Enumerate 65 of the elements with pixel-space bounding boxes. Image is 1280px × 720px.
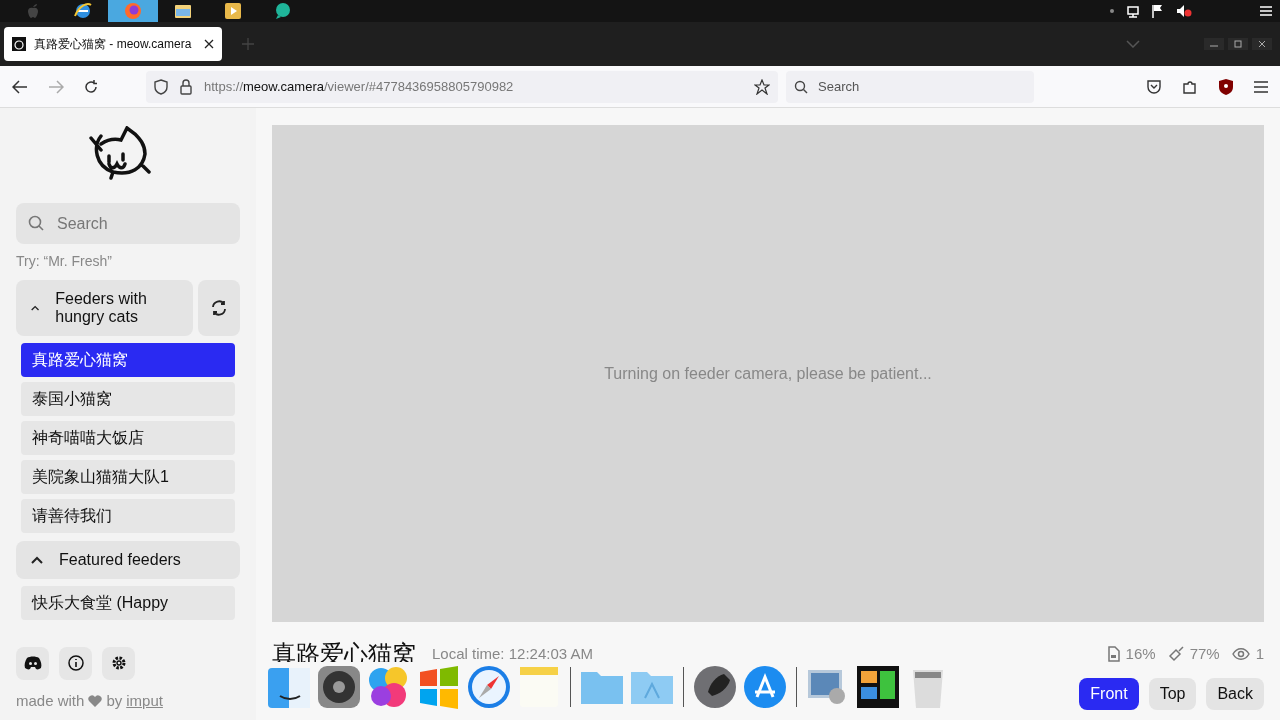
close-icon[interactable] bbox=[1252, 38, 1272, 50]
sd-card-icon bbox=[1105, 646, 1120, 662]
url-text: https://meow.camera/viewer/#4778436958805790982 bbox=[204, 77, 515, 96]
refresh-icon bbox=[211, 300, 227, 316]
browser-tab[interactable]: 真路爱心猫窝 - meow.camera bbox=[4, 27, 222, 61]
credit-text: made with bbox=[16, 690, 85, 711]
camera-status: Turning on feeder camera, please be patient... bbox=[604, 363, 932, 384]
close-icon[interactable] bbox=[204, 39, 214, 49]
search-hint: Try: “Mr. Fresh” bbox=[16, 252, 113, 271]
camera-tab[interactable]: Top bbox=[1148, 678, 1197, 710]
chat-bubble-icon bbox=[274, 2, 292, 20]
stat-value: 16% bbox=[1125, 643, 1156, 664]
stat-value: 1 bbox=[1255, 643, 1264, 664]
compass-icon[interactable] bbox=[466, 664, 512, 710]
settings-icon bbox=[110, 655, 127, 671]
apple-icon bbox=[26, 3, 40, 19]
feeder-item[interactable]: 快乐大食堂 (Happy bbox=[21, 586, 235, 620]
windows-overview-icon[interactable] bbox=[855, 664, 901, 710]
scoop-icon bbox=[1167, 646, 1184, 662]
shield-icon[interactable] bbox=[1218, 77, 1234, 96]
cat-favicon-icon bbox=[12, 37, 26, 51]
reload-icon[interactable] bbox=[84, 79, 98, 94]
play-icon bbox=[224, 2, 242, 20]
feeder-item[interactable]: 请善待我们 bbox=[21, 499, 235, 533]
search-icon bbox=[28, 215, 44, 231]
maximize-icon[interactable] bbox=[1228, 38, 1248, 50]
search-icon bbox=[794, 79, 808, 94]
search-field[interactable]: Search bbox=[786, 70, 1034, 103]
controller-icon bbox=[23, 656, 42, 670]
camera-tab[interactable]: Front bbox=[1079, 678, 1139, 710]
minimize-icon[interactable] bbox=[1204, 38, 1224, 50]
star-icon[interactable] bbox=[754, 78, 770, 95]
chevron-up-icon bbox=[31, 304, 40, 312]
discord-button[interactable] bbox=[16, 646, 49, 680]
flag-icon[interactable] bbox=[1152, 4, 1164, 18]
local-time: Local time: 12:24:03 AM bbox=[432, 643, 593, 664]
feeder-item[interactable]: 真路爱心猫窝 bbox=[21, 343, 235, 377]
settings-button[interactable] bbox=[102, 646, 135, 680]
feeder-item[interactable]: 神奇喵喵大饭店 bbox=[21, 421, 235, 455]
eye-icon bbox=[1231, 647, 1250, 661]
lock-icon bbox=[180, 78, 192, 95]
network-icon[interactable] bbox=[1126, 4, 1140, 18]
muted-speaker-icon[interactable] bbox=[1176, 4, 1192, 18]
menu-icon[interactable] bbox=[1254, 80, 1268, 93]
chevron-up-icon bbox=[31, 556, 43, 564]
group-header[interactable]: Featured feeders bbox=[16, 541, 240, 579]
heart-icon bbox=[88, 694, 103, 707]
search-field[interactable]: Search bbox=[16, 203, 240, 244]
camera-tab[interactable]: Back bbox=[1206, 678, 1264, 710]
refresh-button[interactable] bbox=[198, 280, 240, 336]
feeder-item[interactable]: 美院象山猫猫大队1 bbox=[21, 460, 235, 494]
feeder-item[interactable]: 泰国小猫窝 bbox=[21, 382, 235, 416]
back-arrow-icon[interactable] bbox=[12, 79, 28, 94]
info-button[interactable] bbox=[59, 646, 92, 680]
pocket-icon[interactable] bbox=[1146, 78, 1162, 95]
shield-icon bbox=[154, 78, 168, 95]
info-icon bbox=[67, 655, 84, 671]
folder-icon bbox=[174, 3, 192, 19]
fox-browser-icon bbox=[124, 2, 142, 20]
credit-text: by bbox=[106, 690, 123, 711]
group-header[interactable]: Feeders with hungry cats bbox=[16, 280, 193, 336]
browser-e-icon bbox=[74, 2, 92, 20]
gear-icon[interactable] bbox=[316, 664, 362, 710]
stat-value: 77% bbox=[1189, 643, 1220, 664]
address-bar[interactable]: https://meow.camera/viewer/#4778436958805790982 bbox=[146, 70, 778, 103]
